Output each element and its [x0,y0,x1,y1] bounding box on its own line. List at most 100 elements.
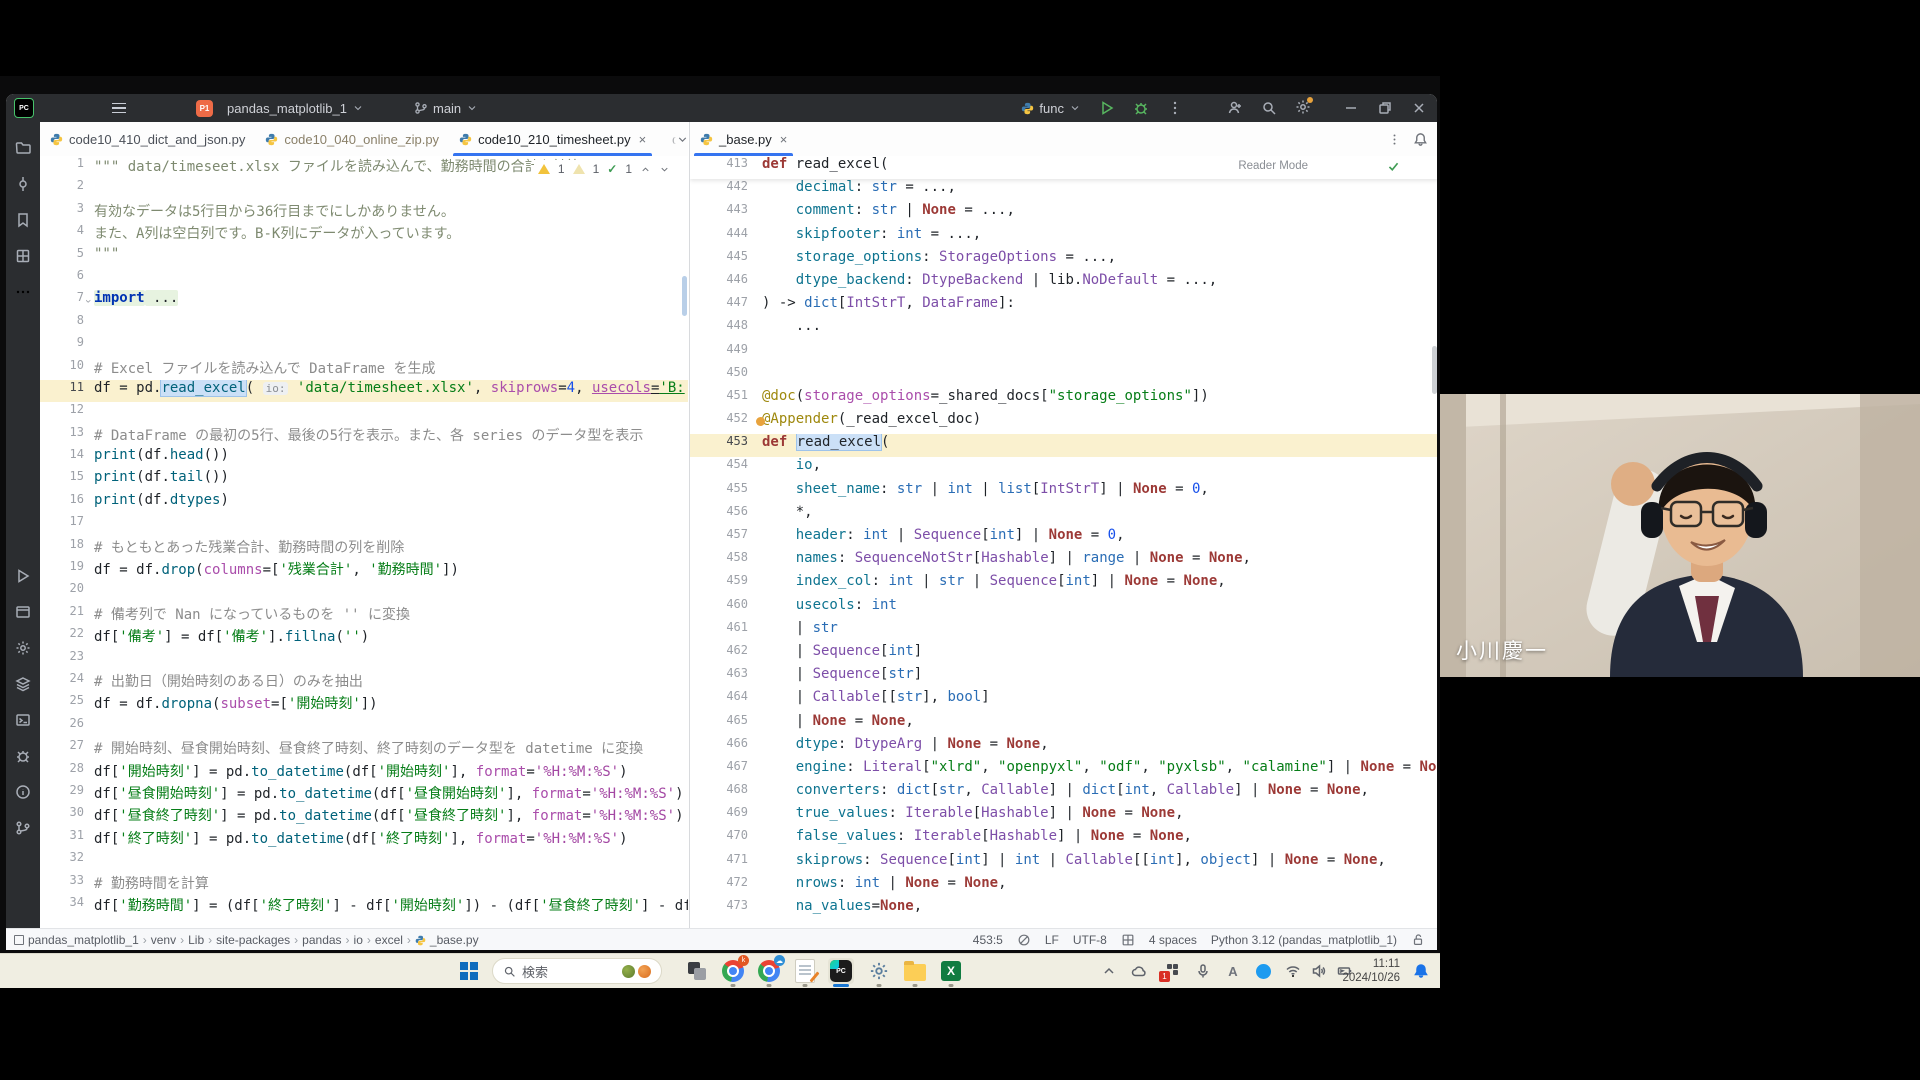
structure-tool-icon[interactable] [15,248,31,264]
start-button[interactable] [456,958,482,984]
code-line[interactable]: 32 [40,850,688,872]
restore-button[interactable] [1377,100,1393,116]
code-line[interactable]: 454 io, [690,457,1437,480]
code-with-me-icon[interactable] [1227,100,1243,116]
code-line[interactable]: 453 def read_excel( [690,434,1437,458]
interpreter[interactable]: Python 3.12 (pandas_matplotlib_1) [1211,933,1397,947]
wifi-icon[interactable] [1280,958,1306,984]
taskbar-search[interactable]: 検索 [492,958,662,984]
code-line[interactable]: 464 | Callable[[str], bool] [690,689,1437,712]
minimize-button[interactable] [1343,100,1359,116]
code-line[interactable]: 34 df['勤務時間'] = (df['終了時刻'] - df['開始時刻'])… [40,895,688,917]
code-line[interactable]: 455 sheet_name: str | int | list[IntStrT… [690,481,1437,504]
code-line[interactable]: 6 [40,268,688,290]
right-scrollbar-thumb[interactable] [1432,346,1437,394]
code-line[interactable]: 20 [40,581,688,603]
code-line[interactable]: 449 [690,342,1437,365]
code-line[interactable]: 19 df = df.drop(columns=['残業合計', '勤務時間']) [40,559,688,581]
code-line[interactable]: 26 [40,716,688,738]
notification-bell-icon[interactable] [1408,958,1434,984]
commit-tool-icon[interactable] [15,176,31,192]
code-line[interactable]: 465 | None = None, [690,713,1437,736]
editor-tab[interactable]: _base.py × [690,122,797,156]
taskbar-clock[interactable]: 11:11 2024/10/26 [1342,957,1400,985]
code-line[interactable]: 452 @Appender(_read_excel_doc) [690,411,1437,434]
code-line[interactable]: 27 # 開始時刻、昼食開始時刻、昼食終了時刻、終了時刻のデータ型を dateti… [40,738,688,760]
code-line[interactable]: 11 df = pd.read_excel( io: 'data/timeshee… [40,379,688,403]
code-line[interactable]: 442 decimal: str = ..., [690,179,1437,202]
bookmarks-tool-icon[interactable] [15,212,31,228]
code-line[interactable]: 21 # 備考列で Nan になっているものを '' に変換 [40,604,688,626]
right-editor[interactable]: Reader Mode 413 def read_excel(442 decima… [689,156,1437,928]
code-line[interactable]: 15 print(df.tail()) [40,469,688,491]
terminal-tool-icon[interactable] [15,712,31,728]
code-line[interactable]: 14 print(df.head()) [40,447,688,469]
breadcrumb-item[interactable]: Lib [188,933,204,947]
code-line[interactable]: 25 df = df.dropna(subset=['開始時刻']) [40,693,688,715]
notepad-button[interactable] [792,958,820,987]
run-tool-icon[interactable] [15,568,31,584]
close-icon[interactable]: × [780,132,788,147]
code-line[interactable]: 461 | str [690,620,1437,643]
run-config-selector[interactable]: func [1021,101,1081,116]
next-problem-icon[interactable] [659,164,670,175]
code-line[interactable]: 31 df['終了時刻'] = pd.to_datetime(df['終了時刻']… [40,828,688,850]
code-line[interactable]: 467 engine: Literal["xlrd", "openpyxl", … [690,759,1437,782]
code-line[interactable]: 462 | Sequence[int] [690,643,1437,666]
highlighting-level-icon[interactable] [1017,933,1031,947]
pycharm-taskbar-button[interactable]: PC [828,958,854,987]
code-line[interactable]: 473 na_values=None, [690,898,1437,921]
notification-count-icon[interactable]: 1 [1158,958,1184,984]
editor-tab[interactable]: code10_210_timesheet.py × [449,122,656,156]
breadcrumb-item[interactable]: pandas [302,933,341,947]
left-editor[interactable]: 1 1 ✓ 1 1 """ data/timeseet.xlsx ファイルを読み込ん… [40,156,688,928]
python-console-icon[interactable] [15,604,31,620]
branch-selector[interactable]: main [414,101,478,116]
breadcrumb-item[interactable]: excel [375,933,403,947]
file-explorer-button[interactable] [902,958,928,987]
code-line[interactable]: 23 [40,649,688,671]
project-selector[interactable]: pandas_matplotlib_1 [227,101,364,116]
code-line[interactable]: 4 また、A列は空白列です。B-K列にデータが入っています。 [40,223,688,245]
task-view-button[interactable] [684,958,710,984]
problems-tool-icon[interactable] [15,748,31,764]
editor-tab[interactable]: code10_040_online_zip.py [255,122,449,156]
code-line[interactable]: 469 true_values: Iterable[Hashable] | No… [690,805,1437,828]
editor-tab[interactable]: device.p [656,122,676,156]
code-line[interactable]: 30 df['昼食終了時刻'] = pd.to_datetime(df['昼食終了… [40,805,688,827]
code-line[interactable]: 29 df['昼食開始時刻'] = pd.to_datetime(df['昼食開始… [40,783,688,805]
code-line[interactable]: 9 [40,335,688,357]
breadcrumb[interactable]: pandas_matplotlib_1 › venv › Lib › site-packag… [6,933,479,947]
tray-expand-button[interactable] [1096,958,1122,984]
more-actions-icon[interactable] [1167,100,1183,116]
code-line[interactable]: 448 ... [690,318,1437,341]
code-line[interactable]: 445 storage_options: StorageOptions = ..… [690,249,1437,272]
more-tools-icon[interactable] [15,284,31,300]
volume-icon[interactable] [1306,958,1332,984]
packages-tool-icon[interactable] [15,676,31,692]
breadcrumb-item[interactable]: site-packages [216,933,290,947]
breadcrumb-item[interactable]: _base.py [415,933,479,947]
notifications-bell-icon[interactable] [1413,132,1428,147]
close-icon[interactable]: × [639,132,647,147]
caret-position[interactable]: 453:5 [973,933,1003,947]
line-ending[interactable]: LF [1045,933,1059,947]
debug-button[interactable] [1133,100,1149,116]
inspections-widget[interactable]: 1 1 ✓ 1 [533,160,674,178]
settings-button[interactable] [866,958,892,987]
code-line[interactable]: 447) -> dict[IntStrT, DataFrame]: [690,295,1437,318]
main-menu-icon[interactable] [112,102,126,114]
code-line[interactable]: 458 names: SequenceNotStr[Hashable] | ra… [690,550,1437,573]
code-line[interactable]: 446 dtype_backend: DtypeBackend | lib.No… [690,272,1437,295]
code-line[interactable]: 413 def read_excel( [690,156,1437,180]
reader-mode-label[interactable]: Reader Mode [1238,160,1308,172]
code-line[interactable]: 24 # 出勤日（開始時刻のある日）のみを抽出 [40,671,688,693]
excel-button[interactable]: X [938,958,964,987]
info-tool-icon[interactable] [15,784,31,800]
code-line[interactable]: 8 [40,313,688,335]
code-line[interactable]: 28 df['開始時刻'] = pd.to_datetime(df['開始時刻']… [40,761,688,783]
services-tool-icon[interactable] [15,640,31,656]
breadcrumb-item[interactable]: pandas_matplotlib_1 [28,933,139,947]
code-line[interactable]: 10 # Excel ファイルを読み込んで DataFrame を生成 [40,358,688,380]
indexing-icon[interactable] [1121,933,1135,947]
